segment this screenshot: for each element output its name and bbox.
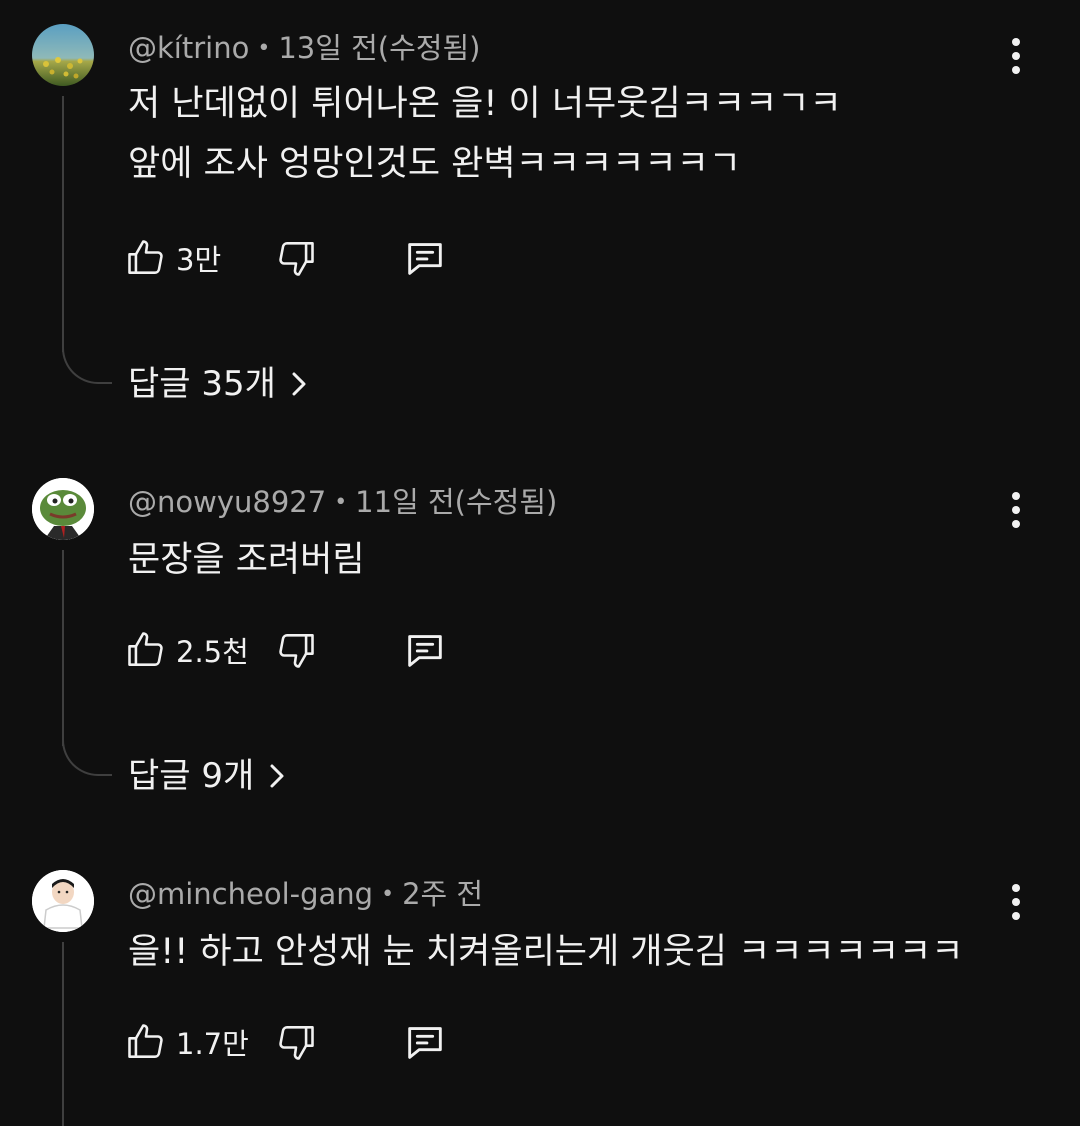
avatar[interactable] bbox=[32, 870, 94, 932]
like-count: 1.7만 bbox=[176, 1027, 249, 1061]
dislike-button[interactable] bbox=[274, 1020, 318, 1064]
author-name[interactable]: @mincheol-gang bbox=[128, 877, 373, 911]
comment-thread: @mincheol-gang • 2주 전 을!! 하고 안성재 눈 치켜올리는게 … bbox=[0, 0, 1080, 1126]
comment-time: 2주 전 bbox=[402, 877, 484, 911]
menu-dot bbox=[1012, 912, 1020, 920]
person-avatar-icon bbox=[32, 870, 94, 932]
comment-text: 을!! 하고 안성재 눈 치켜올리는게 개웃김 ㅋㅋㅋㅋㅋㅋㅋ bbox=[128, 922, 963, 982]
thread-line bbox=[62, 942, 64, 1126]
reply-icon bbox=[408, 1027, 442, 1059]
separator-dot: • bbox=[381, 882, 395, 907]
thumbs-down-icon bbox=[279, 1026, 314, 1060]
comment-line: 을!! 하고 안성재 눈 치켜올리는게 개웃김 ㅋㅋㅋㅋㅋㅋㅋ bbox=[128, 932, 964, 972]
menu-dot bbox=[1012, 898, 1020, 906]
thumbs-up-icon bbox=[128, 1024, 163, 1058]
comment-header: @mincheol-gang • 2주 전 bbox=[128, 876, 483, 916]
more-options-button[interactable] bbox=[996, 880, 1036, 924]
menu-dot bbox=[1012, 884, 1020, 892]
reply-button[interactable] bbox=[402, 1019, 448, 1065]
like-button[interactable]: 1.7만 bbox=[124, 1020, 249, 1064]
comment-actions: 1.7만 bbox=[124, 1018, 442, 1066]
